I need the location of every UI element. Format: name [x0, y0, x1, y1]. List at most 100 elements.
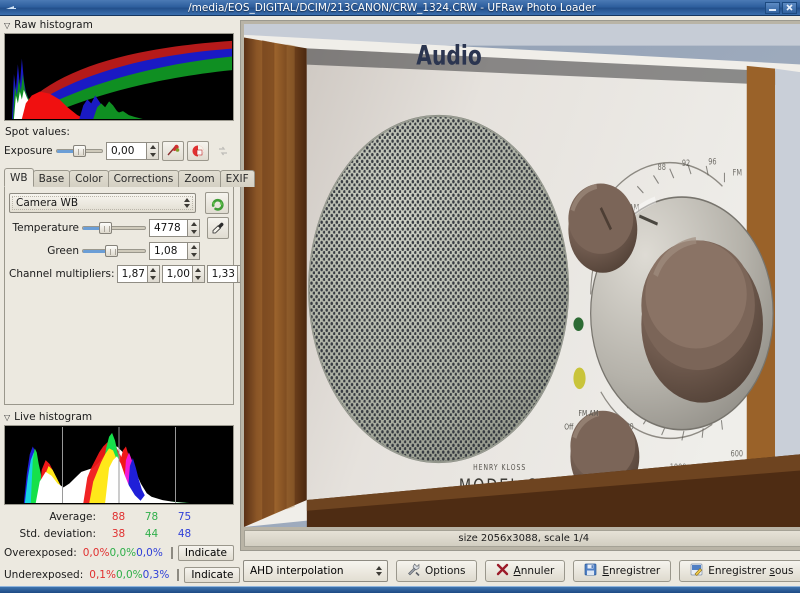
app-body: ▽ Raw histogram Spot values: Exposure 0,… [0, 16, 800, 586]
wb-preset-combo[interactable]: Camera WB [9, 193, 196, 213]
green-slider[interactable] [82, 243, 146, 259]
exposure-row: Exposure 0,00 [4, 141, 234, 161]
expander-triangle-icon: ▽ [4, 20, 11, 30]
temperature-slider[interactable] [82, 220, 146, 236]
wb-reset-icon[interactable] [205, 192, 229, 214]
stats-row-stddev: Std. deviation: 38 44 48 [4, 525, 234, 542]
overexposed-checkbox[interactable] [170, 547, 173, 559]
interpolation-combo[interactable]: AHD interpolation [243, 560, 388, 582]
svg-text:FM: FM [733, 168, 742, 178]
tab-exif[interactable]: EXIF [219, 170, 255, 187]
tab-corrections[interactable]: Corrections [107, 170, 180, 187]
auto-exposure-icon[interactable] [187, 141, 209, 161]
tab-wb[interactable]: WB [4, 168, 34, 187]
chevron-updown-icon [376, 566, 382, 576]
multiplier-g-stepper[interactable] [191, 265, 205, 283]
stats-row-underexposed: Underexposed: 0,1% 0,0% 0,3% Indicate [4, 564, 241, 586]
temperature-label: Temperature [12, 222, 79, 234]
cancel-x-icon [496, 563, 509, 579]
green-row: Green 1,08 [9, 242, 229, 260]
overexposed-indicate-button[interactable]: Indicate [177, 545, 234, 561]
save-as-button-label: Enregistrer sous [708, 565, 794, 577]
cancel-button[interactable]: Annuler [484, 560, 566, 582]
svg-text:Off: Off [564, 422, 574, 432]
stats-label-underexposed: Underexposed: [4, 569, 84, 581]
save-as-icon [690, 563, 703, 579]
clip-highlights-icon[interactable] [162, 141, 184, 161]
stats-stddev-green: 44 [144, 527, 159, 540]
multiplier-r-spinbox[interactable]: 1,87 [116, 265, 160, 283]
window-title: /media/EOS_DIGITAL/DCIM/213CANON/CRW_132… [188, 1, 596, 14]
svg-text:Audio: Audio [416, 40, 481, 72]
exposure-spinbox[interactable]: 0,00 [106, 142, 159, 160]
svg-text:96: 96 [708, 157, 716, 167]
exposure-slider[interactable] [55, 143, 103, 159]
histogram-stats: Average: 88 78 75 Std. deviation: 38 44 … [4, 508, 241, 586]
wb-tab-page: Camera WB Temperature 4778 Green 1,08 Ch… [4, 186, 250, 405]
temperature-value[interactable]: 4778 [149, 219, 187, 237]
channel-multipliers-label: Channel multipliers: [9, 268, 115, 280]
stats-average-blue: 75 [177, 510, 192, 523]
image-frame: Audio 88 92 96 FM AM 600 Off FM AM HENRY… [240, 20, 800, 551]
temperature-row: Temperature 4778 [9, 217, 229, 239]
tab-color[interactable]: Color [69, 170, 109, 187]
multiplier-g-value[interactable]: 1,00 [161, 265, 192, 283]
stats-overexposed-green: 0,0% [109, 547, 137, 559]
desktop-taskbar[interactable] [0, 586, 800, 593]
floppy-disk-icon [584, 563, 597, 579]
wrench-icon [407, 563, 420, 579]
preview-panel: Audio 88 92 96 FM AM 600 Off FM AM HENRY… [238, 16, 800, 586]
close-button[interactable] [782, 1, 797, 14]
green-spinbox[interactable]: 1,08 [149, 242, 200, 260]
multiplier-r-stepper[interactable] [146, 265, 160, 283]
photo-preview[interactable]: Audio 88 92 96 FM AM 600 Off FM AM HENRY… [244, 24, 800, 527]
underexposed-checkbox[interactable] [177, 569, 180, 581]
raw-histogram-plot [4, 33, 234, 121]
left-control-panel: ▽ Raw histogram Spot values: Exposure 0,… [0, 16, 255, 586]
minimize-button[interactable] [765, 1, 780, 14]
multiplier-b-value[interactable]: 1,33 [206, 265, 237, 283]
exposure-stepper[interactable] [146, 142, 159, 160]
tab-base[interactable]: Base [32, 170, 71, 187]
save-as-button[interactable]: Enregistrer sous [679, 560, 800, 582]
multiplier-g-spinbox[interactable]: 1,00 [161, 265, 205, 283]
green-value[interactable]: 1,08 [149, 242, 187, 260]
multiplier-r-value[interactable]: 1,87 [116, 265, 147, 283]
app-icon [3, 2, 19, 14]
svg-text:600: 600 [731, 449, 744, 459]
svg-text:88: 88 [658, 162, 666, 172]
wb-preset-value: Camera WB [16, 197, 79, 209]
image-size-status: size 2056x3088, scale 1/4 [244, 530, 800, 547]
settings-notebook: WB Base Color Corrections Zoom EXIF Came… [4, 168, 255, 405]
stats-row-average: Average: 88 78 75 [4, 508, 234, 525]
options-button[interactable]: Options [396, 560, 477, 582]
underexposed-indicate-button[interactable]: Indicate [184, 567, 241, 583]
live-histogram-expander[interactable]: ▽ Live histogram [4, 410, 234, 424]
options-button-label: Options [425, 565, 466, 577]
stats-overexposed-blue: 0,0% [136, 547, 163, 559]
save-button[interactable]: Enregistrer [573, 560, 672, 582]
cancel-button-label: Annuler [513, 565, 555, 577]
raw-histogram-expander[interactable]: ▽ Raw histogram [4, 18, 234, 32]
stats-underexposed-green: 0,0% [115, 569, 143, 581]
stats-underexposed-red: 0,1% [89, 569, 116, 581]
green-stepper[interactable] [187, 242, 200, 260]
temperature-stepper[interactable] [187, 219, 200, 237]
tab-zoom[interactable]: Zoom [178, 170, 221, 187]
green-label: Green [47, 245, 79, 257]
stats-stddev-red: 38 [111, 527, 126, 540]
reset-exposure-icon[interactable] [212, 141, 234, 161]
stats-label-overexposed: Overexposed: [4, 547, 77, 559]
exposure-value[interactable]: 0,00 [106, 142, 146, 160]
eyedropper-icon[interactable] [207, 217, 229, 239]
stats-label-stddev: Std. deviation: [19, 527, 96, 540]
stats-overexposed-red: 0,0% [82, 547, 110, 559]
temperature-spinbox[interactable]: 4778 [149, 219, 200, 237]
stats-underexposed-blue: 0,3% [142, 569, 170, 581]
action-bar: AHD interpolation Options Annuler Enregi… [240, 556, 800, 586]
stats-stddev-blue: 48 [177, 527, 192, 540]
window-title-bar: /media/EOS_DIGITAL/DCIM/213CANON/CRW_132… [0, 0, 800, 16]
live-histogram-plot [4, 425, 234, 505]
svg-text:FM AM: FM AM [578, 408, 598, 418]
svg-text:HENRY KLOSS: HENRY KLOSS [473, 462, 526, 472]
